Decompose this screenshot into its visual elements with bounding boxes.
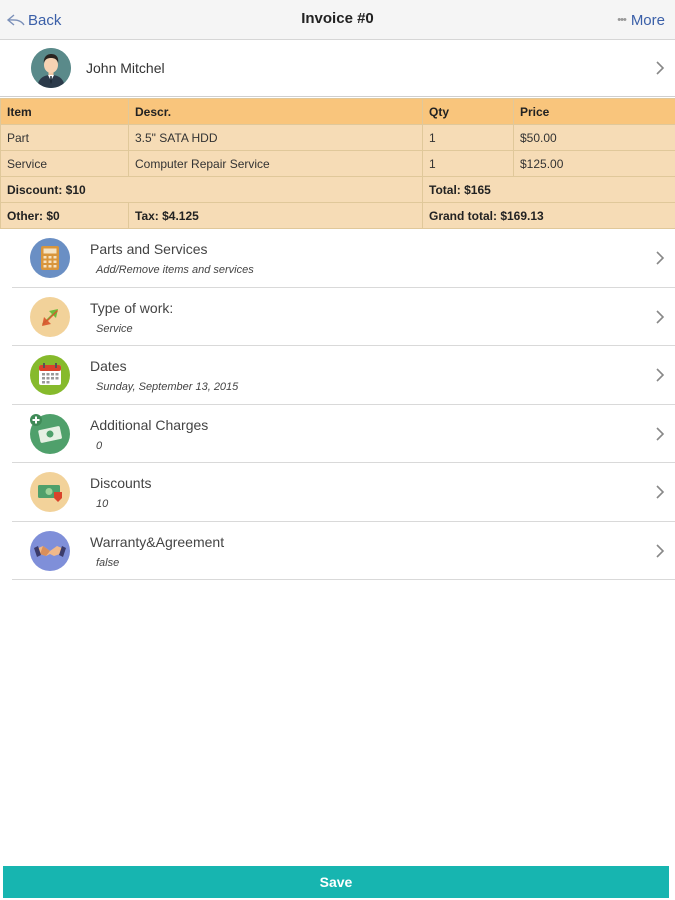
menu-item-subtitle: Service: [96, 322, 133, 335]
more-button[interactable]: ••• More: [617, 8, 665, 32]
avatar: [31, 48, 71, 88]
invoice-table: Item Descr. Qty Price Part 3.5" SATA HDD…: [0, 98, 675, 229]
menu-item-subtitle: Sunday, September 13, 2015: [96, 381, 239, 393]
chevron-right-icon: [655, 426, 665, 441]
cell-description: 3.5" SATA HDD: [128, 124, 423, 151]
customer-name: John Mitchel: [86, 60, 165, 76]
table-row: Part 3.5" SATA HDD 1 $50.00: [0, 124, 675, 151]
chevron-right-icon: [655, 368, 665, 382]
invoice-options-list: Parts and Services Add/Remove items and …: [0, 229, 675, 580]
table-header-row: Item Descr. Qty Price: [0, 98, 675, 125]
menu-item-title: Parts and Services: [90, 241, 208, 257]
cell-description: Computer Repair Service: [128, 150, 423, 177]
menu-item-parts-and-services[interactable]: Parts and Services Add/Remove items and …: [12, 229, 675, 288]
column-header-price: Price: [513, 98, 675, 125]
handshake-icon: [30, 530, 70, 571]
other-summary: Other: $0: [0, 202, 129, 229]
chevron-right-icon: [655, 61, 665, 75]
menu-item-additional-charges[interactable]: Additional Charges 0: [12, 405, 675, 463]
cell-price: $50.00: [513, 124, 675, 151]
menu-item-subtitle: Add/Remove items and services: [96, 264, 254, 276]
cell-qty: 1: [422, 150, 514, 177]
column-header-item: Item: [0, 98, 129, 125]
discount-money-icon: [30, 472, 70, 512]
grand-total: Grand total: $169.13: [422, 202, 675, 229]
menu-item-subtitle: false: [96, 556, 120, 569]
total-summary: Total: $165: [422, 176, 675, 203]
cell-item: Part: [0, 124, 129, 151]
chevron-right-icon: [655, 485, 665, 499]
menu-item-title: Discounts: [90, 475, 152, 491]
chevron-right-icon: [655, 543, 665, 558]
menu-item-subtitle: 0: [96, 439, 103, 452]
add-money-icon: [30, 413, 70, 454]
save-button[interactable]: Save: [3, 866, 669, 898]
exchange-arrows-icon: [30, 296, 70, 337]
menu-item-discounts[interactable]: Discounts 10: [12, 463, 675, 522]
more-label: More: [630, 11, 665, 29]
menu-item-title: Type of work:: [90, 299, 174, 316]
cell-item: Service: [0, 150, 129, 177]
summary-row-totals: Discount: $10 Total: $165: [0, 176, 675, 203]
customer-row[interactable]: John Mitchel: [0, 41, 675, 97]
tax-summary: Tax: $4.125: [128, 202, 423, 229]
discount-summary: Discount: $10: [0, 176, 423, 203]
menu-item-warranty-agreement[interactable]: Warranty&Agreement false: [12, 522, 675, 580]
menu-item-dates[interactable]: Dates Sunday, September 13, 2015: [12, 346, 675, 405]
column-header-description: Descr.: [128, 98, 423, 125]
calculator-icon: [30, 238, 70, 278]
cell-price: $125.00: [513, 150, 675, 177]
summary-row-grand: Other: $0 Tax: $4.125 Grand total: $169.…: [0, 202, 675, 229]
menu-item-title: Dates: [90, 358, 127, 374]
more-dots-icon: •••: [617, 14, 627, 26]
menu-item-subtitle: 10: [96, 498, 109, 510]
nav-bar: Back Invoice #0 ••• More: [0, 0, 675, 40]
person-avatar-icon: [31, 48, 71, 88]
calendar-icon: [30, 355, 70, 395]
menu-item-type-of-work[interactable]: Type of work: Service: [12, 288, 675, 346]
menu-item-title: Warranty&Agreement: [90, 533, 225, 550]
cell-qty: 1: [422, 124, 514, 151]
chevron-right-icon: [655, 309, 665, 324]
column-header-qty: Qty: [422, 98, 514, 125]
page-title: Invoice #0: [301, 10, 374, 27]
menu-item-title: Additional Charges: [90, 416, 209, 433]
chevron-right-icon: [655, 251, 665, 265]
table-row: Service Computer Repair Service 1 $125.0…: [0, 150, 675, 177]
